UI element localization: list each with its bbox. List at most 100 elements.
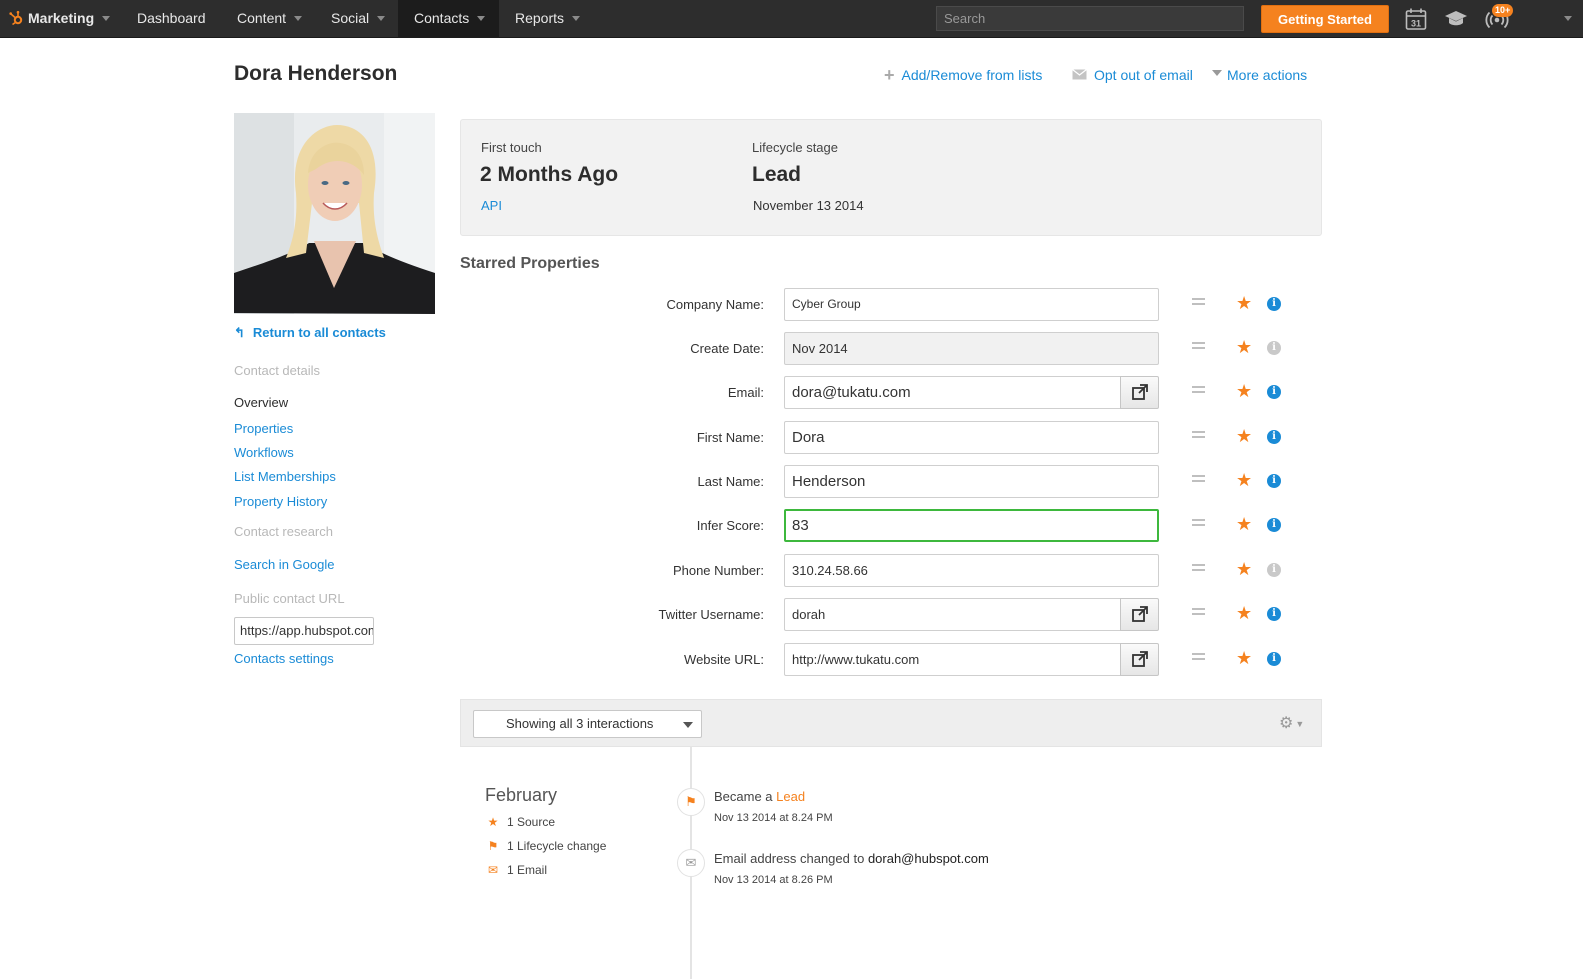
nav-social-label: Social [331, 10, 370, 26]
timeline-summary-text: 1 Lifecycle change [507, 839, 607, 853]
return-to-contacts-label: Return to all contacts [252, 325, 386, 340]
getting-started-button[interactable]: Getting Started [1261, 5, 1389, 33]
timeline-month-heading: February [485, 785, 558, 805]
timeline-summary-item: ★ 1 Source [485, 815, 555, 829]
envelope-icon: ✉ [677, 849, 705, 877]
drag-handle-icon[interactable] [1192, 475, 1205, 487]
property-row-first-name: First Name: Dora ★ i [460, 421, 1322, 455]
company-name-input[interactable]: Cyber Group [784, 288, 1159, 321]
gear-icon[interactable]: ⚙ ▼ [1279, 713, 1304, 733]
external-link-icon [1132, 384, 1148, 400]
nav-contacts[interactable]: Contacts [398, 0, 499, 38]
nav-marketing[interactable]: Marketing [8, 0, 111, 38]
first-touch-source-link[interactable]: API [481, 198, 502, 213]
interactions-filter-select[interactable]: Showing all 3 interactions [473, 710, 702, 738]
property-label: Twitter Username: [658, 607, 764, 622]
caret-down-icon [1212, 70, 1222, 77]
lifecycle-stage-label: Lifecycle stage [752, 140, 838, 155]
properties-link[interactable]: Properties [234, 421, 293, 436]
timeline-event-time: Nov 13 2014 at 8.26 PM [714, 874, 833, 886]
drag-handle-icon[interactable] [1192, 519, 1205, 531]
nav-content[interactable]: Content [237, 0, 303, 38]
nav-reports[interactable]: Reports [515, 0, 581, 38]
info-icon[interactable]: i [1267, 652, 1281, 666]
search-input[interactable]: Search [936, 6, 1244, 31]
open-external-link-button[interactable] [1120, 643, 1159, 676]
drag-handle-icon[interactable] [1192, 298, 1205, 310]
contacts-settings-link[interactable]: Contacts settings [234, 651, 334, 666]
info-icon[interactable]: i [1267, 474, 1281, 488]
timeline-event-text: Email address changed to [714, 851, 868, 866]
workflows-link[interactable]: Workflows [234, 445, 294, 460]
hubspot-logo-icon [9, 11, 23, 26]
drag-handle-icon[interactable] [1192, 386, 1205, 398]
last-name-input[interactable]: Henderson [784, 465, 1159, 498]
property-label: Last Name: [697, 474, 764, 489]
summary-panel: First touch 2 Months Ago API Lifecycle s… [460, 119, 1322, 236]
star-icon[interactable]: ★ [1236, 603, 1252, 623]
star-icon[interactable]: ★ [1236, 426, 1252, 446]
timeline-summary-text: 1 Email [507, 863, 548, 877]
caret-down-icon [294, 15, 303, 21]
first-name-input[interactable]: Dora [784, 421, 1159, 454]
plus-icon: + [884, 65, 895, 85]
external-link-icon [1132, 651, 1148, 667]
nav-content-label: Content [237, 10, 287, 26]
nav-social[interactable]: Social [331, 0, 386, 38]
star-icon[interactable]: ★ [1236, 648, 1252, 668]
search-in-google-link[interactable]: Search in Google [234, 557, 334, 572]
create-date-field: Nov 2014 [784, 332, 1159, 365]
nav-overview-current: Overview [234, 395, 289, 410]
open-external-link-button[interactable] [1120, 376, 1159, 409]
timeline-email-value: dorah@hubspot.com [867, 851, 989, 866]
star-icon[interactable]: ★ [1236, 514, 1252, 534]
star-icon[interactable]: ★ [1236, 337, 1252, 357]
open-external-link-button[interactable] [1120, 598, 1159, 631]
info-icon[interactable]: i [1267, 341, 1281, 355]
infer-score-input[interactable]: 83 [784, 509, 1159, 542]
star-icon[interactable]: ★ [1236, 470, 1252, 490]
drag-handle-icon[interactable] [1192, 608, 1205, 620]
email-input[interactable]: dora@tukatu.com [784, 376, 1121, 409]
info-icon[interactable]: i [1267, 385, 1281, 399]
add-remove-lists-link[interactable]: + Add/Remove from lists [884, 65, 1043, 85]
nav-dashboard[interactable]: Dashboard [137, 0, 206, 38]
info-icon[interactable]: i [1267, 607, 1281, 621]
return-to-contacts-link[interactable]: ↰ Return to all contacts [234, 325, 386, 341]
timeline-event-time: Nov 13 2014 at 8.24 PM [714, 812, 833, 824]
list-memberships-link[interactable]: List Memberships [234, 469, 336, 484]
lifecycle-lead-link[interactable]: Lead [776, 789, 805, 804]
account-menu-caret[interactable] [1556, 0, 1572, 38]
property-row-create-date: Create Date: Nov 2014 ★ i [460, 332, 1322, 366]
drag-handle-icon[interactable] [1192, 653, 1205, 665]
calendar-icon[interactable]: 31 [1404, 7, 1428, 31]
drag-handle-icon[interactable] [1192, 431, 1205, 443]
caret-down-icon [572, 15, 581, 21]
star-icon[interactable]: ★ [1236, 559, 1252, 579]
more-actions-dropdown[interactable]: More actions [1212, 67, 1307, 83]
twitter-username-input[interactable]: dorah [784, 598, 1121, 631]
property-label: Email: [727, 385, 764, 400]
property-history-link[interactable]: Property History [234, 494, 327, 509]
info-icon[interactable]: i [1267, 430, 1281, 444]
info-icon[interactable]: i [1267, 297, 1281, 311]
contact-name-title: Dora Henderson [234, 62, 398, 85]
phone-number-input[interactable]: 310.24.58.66 [784, 554, 1159, 587]
drag-handle-icon[interactable] [1192, 342, 1205, 354]
caret-down-icon [1564, 15, 1572, 21]
lifecycle-stage-date: November 13 2014 [753, 198, 864, 213]
more-actions-label: More actions [1227, 67, 1308, 83]
public-url-heading: Public contact URL [234, 591, 345, 606]
first-touch-label: First touch [481, 140, 542, 155]
caret-down-icon [377, 15, 386, 21]
info-icon[interactable]: i [1267, 518, 1281, 532]
star-icon[interactable]: ★ [1236, 293, 1252, 313]
add-remove-lists-label: Add/Remove from lists [901, 67, 1043, 83]
public-url-input[interactable]: https://app.hubspot.com [234, 617, 374, 645]
info-icon[interactable]: i [1267, 563, 1281, 577]
drag-handle-icon[interactable] [1192, 564, 1205, 576]
graduation-cap-icon[interactable] [1444, 7, 1468, 31]
website-url-input[interactable]: http://www.tukatu.com [784, 643, 1121, 676]
opt-out-email-link[interactable]: Opt out of email [1072, 67, 1193, 83]
star-icon[interactable]: ★ [1236, 381, 1252, 401]
